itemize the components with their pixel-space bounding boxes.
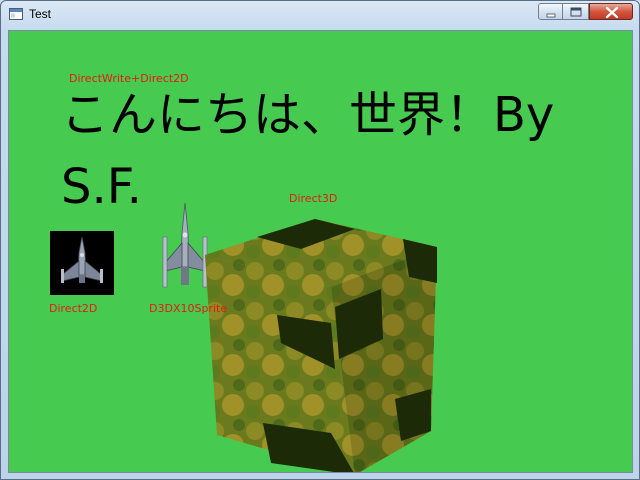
headline-line-1: こんにちは、世界！By xyxy=(61,87,555,143)
window-title: Test xyxy=(29,7,52,21)
title-bar[interactable]: Test xyxy=(1,1,639,29)
directwrite-label: DirectWrite+Direct2D xyxy=(69,72,189,85)
close-icon xyxy=(605,6,619,19)
d3dx10sprite-label: D3DX10Sprite xyxy=(149,302,228,315)
render-canvas[interactable]: DirectWrite+Direct2D こんにちは、世界！By S.F. Di… xyxy=(8,30,633,473)
minimize-button[interactable] xyxy=(538,3,563,20)
spaceship-icon xyxy=(61,236,103,283)
maximize-button[interactable] xyxy=(563,3,589,20)
direct3d-label: Direct3D xyxy=(289,192,338,205)
minimize-icon xyxy=(546,13,556,18)
direct3d-cube xyxy=(205,219,437,472)
direct2d-sprite xyxy=(50,231,114,295)
maximize-icon xyxy=(570,7,582,17)
window-app-icon xyxy=(9,8,23,20)
app-window: Test DirectWrite+Direct2D こんにちは、世界！By S.… xyxy=(0,0,640,480)
close-button[interactable] xyxy=(589,3,633,20)
headline-line-2: S.F. xyxy=(61,159,142,215)
d3dx10-sprite-ship xyxy=(162,203,208,288)
direct2d-label: Direct2D xyxy=(49,302,98,315)
